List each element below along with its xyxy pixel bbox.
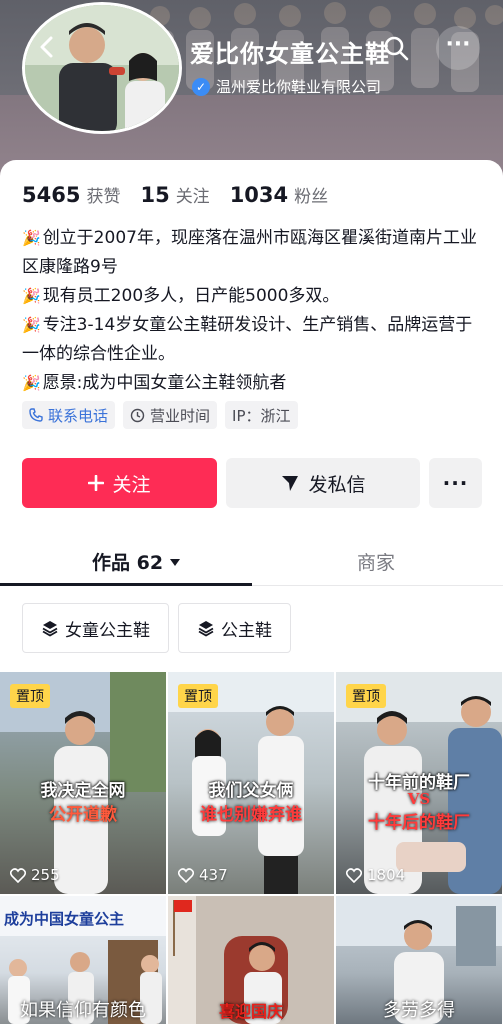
caret-down-icon <box>170 558 181 566</box>
likes-label: 获赞 <box>86 187 121 207</box>
video-thumbnail[interactable]: 多劳多得 <box>336 896 502 1024</box>
bio: 🎉 创立于2007年，现座落在温州市瓯海区瞿溪街道南片工业区康隆路9号 🎉 现有员工… <box>22 224 484 398</box>
likes-count: 5465 <box>22 183 81 207</box>
heart-icon <box>10 867 26 883</box>
following-stat[interactable]: 15 关注 <box>140 182 209 207</box>
following-label: 关注 <box>175 187 210 207</box>
like-count: 437 <box>178 866 228 884</box>
video-caption-highlight: 十年后的鞋厂 <box>368 813 470 833</box>
info-tags: 联系电话 营业时间 IP：浙江 <box>22 401 298 429</box>
video-thumbnail[interactable]: 喜迎国庆 <box>168 896 334 1024</box>
video-thumbnail[interactable]: 成为中国女童公主 如果信仰有颜色 <box>0 896 166 1024</box>
video-caption-highlight: 公开道歉 <box>49 805 117 825</box>
message-button[interactable]: 发私信 <box>226 458 420 508</box>
pinned-badge: 置顶 <box>10 684 50 708</box>
avatar[interactable] <box>22 2 182 134</box>
verified-icon: ✓ <box>192 77 210 96</box>
video-caption-highlight: 喜迎国庆 <box>218 1002 283 1021</box>
profile-stats: 5465 获赞 15 关注 1034 粉丝 <box>22 182 328 207</box>
video-caption-vs: VS <box>407 790 431 808</box>
party-popper-icon: 🎉 <box>22 287 41 305</box>
verified-company[interactable]: ✓ 温州爱比你鞋业有限公司 <box>192 76 381 97</box>
video-thumbnail[interactable]: 置顶 十年前的鞋厂 VS 十年后的鞋厂 1804 <box>336 672 502 894</box>
follow-button[interactable]: 关注 <box>22 458 217 508</box>
pinned-badge: 置顶 <box>346 684 386 708</box>
layers-icon <box>198 621 214 637</box>
shop-name: 爱比你女童公主鞋 <box>190 40 390 68</box>
tab-shop[interactable]: 商家 <box>357 548 395 575</box>
video-caption: 我决定全网 <box>40 781 126 801</box>
collection-chips: 女童公主鞋 公主鞋 <box>22 603 291 653</box>
content-tabs: 作品 62 商家 <box>0 538 503 586</box>
heart-icon <box>178 867 194 883</box>
followers-stat[interactable]: 1034 粉丝 <box>230 182 328 207</box>
party-popper-icon: 🎉 <box>22 374 41 392</box>
video-caption-highlight: 谁也别嫌弃谁 <box>200 805 302 825</box>
video-banner: 成为中国女童公主 <box>4 910 125 928</box>
video-caption: 我们父女俩 <box>208 781 294 801</box>
search-icon[interactable] <box>382 34 410 62</box>
video-grid: 置顶 我决定全网 公开道歉 255 置顶 我们父女俩 谁也别嫌弃谁 437 置顶… <box>0 672 503 1024</box>
clock-icon <box>130 408 145 422</box>
ip-location-tag: IP：浙江 <box>225 401 298 429</box>
bio-line: 🎉 专注3-14岁女童公主鞋研发设计、生产销售、品牌运营于一体的综合性企业。 <box>22 315 473 364</box>
layers-icon <box>42 621 58 637</box>
pinned-badge: 置顶 <box>178 684 218 708</box>
company-name: 温州爱比你鞋业有限公司 <box>216 78 382 96</box>
more-icon[interactable]: ··· <box>436 26 480 70</box>
active-tab-indicator <box>0 583 252 586</box>
like-count: 1804 <box>346 866 405 884</box>
back-arrow-icon[interactable] <box>32 32 62 62</box>
tab-works[interactable]: 作品 62 <box>92 548 181 575</box>
video-thumbnail[interactable]: 置顶 我们父女俩 谁也别嫌弃谁 437 <box>168 672 334 894</box>
chip-girls-princess-shoes[interactable]: 女童公主鞋 <box>22 603 169 653</box>
business-hours-tag[interactable]: 营业时间 <box>123 401 218 429</box>
send-icon <box>282 476 299 491</box>
heart-icon <box>346 867 362 883</box>
action-buttons: 关注 发私信 ··· <box>22 458 482 508</box>
party-popper-icon: 🎉 <box>22 316 41 334</box>
bio-line: 🎉 现有员工200多人，日产能5000多双。 <box>22 286 340 306</box>
likes-stat[interactable]: 5465 获赞 <box>22 182 120 207</box>
followers-count: 1034 <box>229 183 289 207</box>
bio-line: 🎉 愿景:成为中国女童公主鞋领航者 <box>22 373 287 393</box>
video-caption: 如果信仰有颜色 <box>20 1000 146 1021</box>
following-count: 15 <box>140 183 170 207</box>
bio-line: 🎉 创立于2007年，现座落在温州市瓯海区瞿溪街道南片工业区康隆路9号 <box>22 228 477 277</box>
video-thumbnail[interactable]: 置顶 我决定全网 公开道歉 255 <box>0 672 166 894</box>
plus-icon <box>88 475 105 491</box>
followers-label: 粉丝 <box>294 187 329 207</box>
like-count: 255 <box>10 866 60 884</box>
more-options-button[interactable]: ··· <box>429 458 482 508</box>
phone-icon <box>29 408 43 422</box>
chip-princess-shoes[interactable]: 公主鞋 <box>178 603 291 653</box>
contact-phone-tag[interactable]: 联系电话 <box>22 401 116 429</box>
video-caption: 多劳多得 <box>383 1000 455 1021</box>
party-popper-icon: 🎉 <box>22 229 41 247</box>
